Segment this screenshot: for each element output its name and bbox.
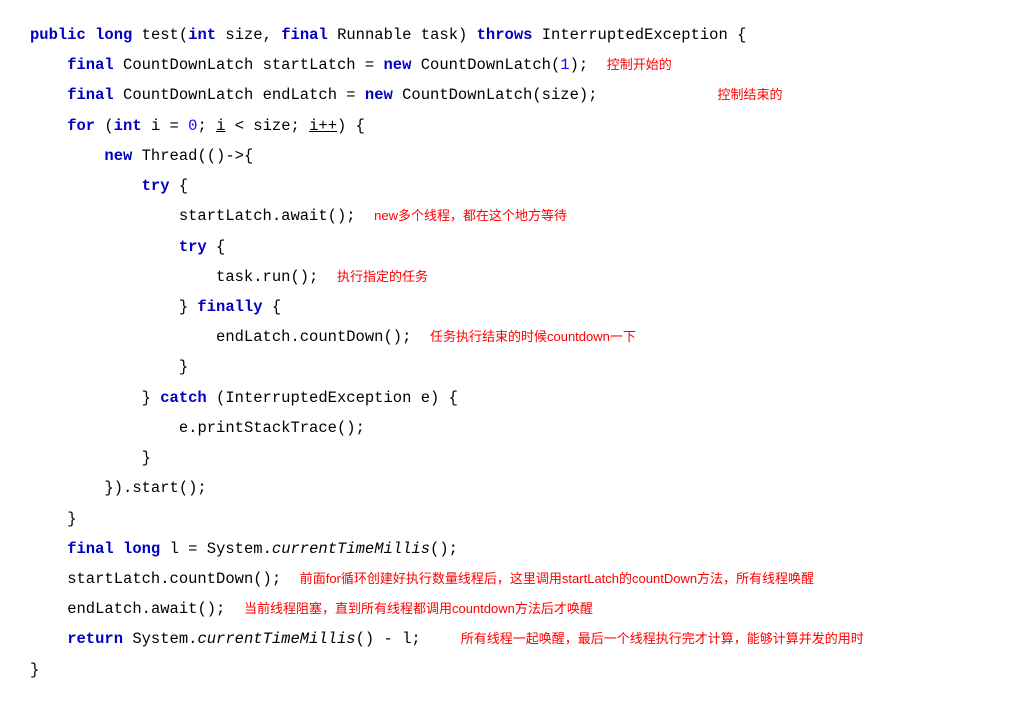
method-ctm: currentTimeMillis (272, 540, 430, 558)
var-l: l (402, 630, 411, 648)
keyword-new: new (384, 56, 412, 74)
type-thread: Thread (142, 147, 198, 165)
keyword-catch: catch (160, 389, 207, 407)
keyword-throws: throws (477, 26, 533, 44)
cond-i: i (216, 117, 225, 135)
comment-block-current: 当前线程阻塞，直到所有线程都调用countdown方法后才唤醒 (244, 601, 593, 616)
code-line: } (30, 443, 985, 473)
code-block: public long test(int size, final Runnabl… (30, 20, 985, 685)
keyword-int: int (114, 117, 142, 135)
code-line: } finally { (30, 292, 985, 322)
method-await: await (151, 600, 198, 618)
method-run: run (263, 268, 291, 286)
var-task: task (216, 268, 253, 286)
method-await: await (281, 207, 328, 225)
param-task: task (421, 26, 458, 44)
code-line: final long l = System.currentTimeMillis(… (30, 534, 985, 564)
method-ctm: currentTimeMillis (197, 630, 355, 648)
method-name: test (142, 26, 179, 44)
code-line: startLatch.countDown(); 前面for循环创建好执行数量线程… (30, 564, 985, 594)
var-i: i (151, 117, 160, 135)
type-cdl: CountDownLatch (123, 86, 253, 104)
type-runnable: Runnable (337, 26, 411, 44)
var-endlatch: endLatch (67, 600, 141, 618)
comment-task-end: 任务执行结束的时候countdown一下 (430, 329, 636, 344)
code-line: } catch (InterruptedException e) { (30, 383, 985, 413)
keyword-final: final (67, 86, 114, 104)
code-line: } (30, 655, 985, 685)
var-startlatch: startLatch (179, 207, 272, 225)
keyword-new: new (365, 86, 393, 104)
keyword-public: public (30, 26, 86, 44)
type-cdl: CountDownLatch (123, 56, 253, 74)
type-cdl: CountDownLatch (402, 86, 532, 104)
type-system: System (207, 540, 263, 558)
code-line: }).start(); (30, 473, 985, 503)
code-line: } (30, 504, 985, 534)
type-cdl: CountDownLatch (421, 56, 551, 74)
keyword-return: return (67, 630, 123, 648)
code-line: e.printStackTrace(); (30, 413, 985, 443)
comment-all-awake: 所有线程一起唤醒，最后一个线程执行完才计算，能够计算并发的用时 (461, 631, 864, 646)
code-line: endLatch.countDown(); 任务执行结束的时候countdown… (30, 322, 985, 352)
var-e: e (179, 419, 188, 437)
code-line: task.run(); 执行指定的任务 (30, 262, 985, 292)
comment-new-threads: new多个线程，都在这个地方等待 (374, 208, 567, 223)
method-countdown: countDown (300, 328, 384, 346)
type-exception: InterruptedException (225, 389, 411, 407)
code-line: new Thread(()->{ (30, 141, 985, 171)
var-l: l (170, 540, 179, 558)
keyword-for: for (67, 117, 95, 135)
literal-one: 1 (560, 56, 569, 74)
comment-exec-task: 执行指定的任务 (337, 269, 428, 284)
cond-size: size (253, 117, 290, 135)
code-line: try { (30, 232, 985, 262)
code-line: startLatch.await(); new多个线程，都在这个地方等待 (30, 201, 985, 231)
keyword-try: try (179, 238, 207, 256)
keyword-long: long (95, 26, 132, 44)
var-endlatch: endLatch (263, 86, 337, 104)
keyword-try: try (142, 177, 170, 195)
keyword-finally: finally (197, 298, 262, 316)
literal-zero: 0 (188, 117, 197, 135)
keyword-int: int (188, 26, 216, 44)
type-system: System (132, 630, 188, 648)
method-pst: printStackTrace (197, 419, 337, 437)
var-startlatch: startLatch (67, 570, 160, 588)
comment-start-control: 控制开始的 (607, 57, 672, 72)
keyword-final: final (67, 540, 114, 558)
var-e: e (421, 389, 430, 407)
type-exception: InterruptedException (542, 26, 728, 44)
keyword-final: final (67, 56, 114, 74)
keyword-long: long (123, 540, 160, 558)
comment-for-loop-done: 前面for循环创建好执行数量线程后，这里调用startLatch的countDo… (300, 571, 814, 586)
code-line: public long test(int size, final Runnabl… (30, 20, 985, 50)
method-countdown: countDown (170, 570, 254, 588)
code-line: try { (30, 171, 985, 201)
comment-end-control: 控制结束的 (718, 87, 783, 102)
keyword-new: new (104, 147, 132, 165)
keyword-final: final (281, 26, 328, 44)
var-endlatch: endLatch (216, 328, 290, 346)
method-start: start (132, 479, 179, 497)
code-line: final CountDownLatch endLatch = new Coun… (30, 80, 985, 110)
param-size: size (225, 26, 262, 44)
code-line: endLatch.await(); 当前线程阻塞，直到所有线程都调用countd… (30, 594, 985, 624)
code-line: for (int i = 0; i < size; i++) { (30, 111, 985, 141)
code-line: final CountDownLatch startLatch = new Co… (30, 50, 985, 80)
inc-i: i++ (309, 117, 337, 135)
arg-size: size (542, 86, 579, 104)
code-line: } (30, 352, 985, 382)
var-startlatch: startLatch (263, 56, 356, 74)
code-line: return System.currentTimeMillis() - l;所有… (30, 624, 985, 654)
